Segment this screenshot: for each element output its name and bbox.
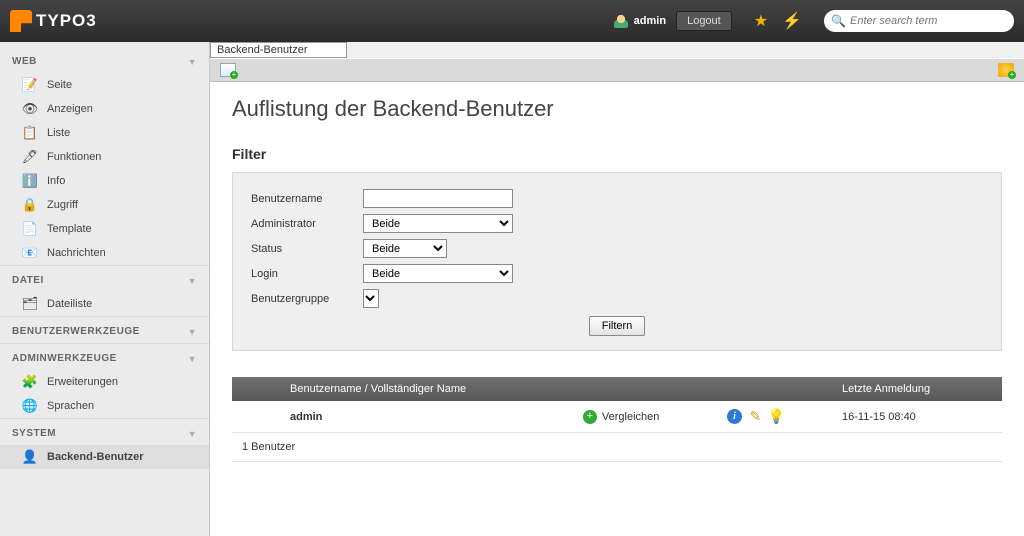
bookmark-icon[interactable]: ★ xyxy=(754,11,768,31)
logo[interactable]: TYPO3 xyxy=(10,10,97,32)
edit-icon[interactable]: ✎ xyxy=(748,409,763,424)
typo3-logo-icon xyxy=(10,10,32,32)
filter-admin-select[interactable]: Beide xyxy=(363,214,513,233)
sidebar-section-header[interactable]: DATEI▼ xyxy=(0,265,209,292)
module-selector-bar: Backend-Benutzer xyxy=(210,42,1024,58)
info-icon[interactable]: i xyxy=(727,409,742,424)
search-box: 🔍 xyxy=(824,10,1014,32)
sidebar-item[interactable]: 🧩 Erweiterungen xyxy=(0,370,209,394)
module-icon: ℹ️ xyxy=(22,173,38,189)
doc-header xyxy=(210,58,1024,82)
row-username[interactable]: admin xyxy=(290,411,322,423)
shortcut-icon[interactable] xyxy=(998,63,1014,77)
module-icon: 👤 xyxy=(22,449,38,465)
filter-status-select[interactable]: Beide xyxy=(363,239,447,258)
sidebar-item-label: Template xyxy=(47,223,92,235)
filter-login-label: Login xyxy=(251,268,363,280)
sidebar-section-header[interactable]: SYSTEM▼ xyxy=(0,418,209,445)
filter-group-label: Benutzergruppe xyxy=(251,293,363,305)
filter-group-select[interactable] xyxy=(363,289,379,308)
filter-username-label: Benutzername xyxy=(251,193,363,205)
logo-text: TYPO3 xyxy=(36,11,97,31)
compare-link[interactable]: + Vergleichen xyxy=(583,410,660,424)
module-icon: 🗂 xyxy=(22,296,38,312)
sidebar-item-label: Seite xyxy=(47,79,72,91)
sidebar-item-label: Funktionen xyxy=(47,151,101,163)
content: Auflistung der Backend-Benutzer Filter B… xyxy=(210,82,1024,476)
chevron-down-icon: ▼ xyxy=(188,276,197,286)
th-username: Benutzername / Vollständiger Name xyxy=(280,377,573,401)
sidebar-item-label: Erweiterungen xyxy=(47,376,118,388)
th-compare xyxy=(573,377,717,401)
sidebar-item[interactable]: 🖊 Funktionen xyxy=(0,145,209,169)
sidebar-section-header[interactable]: BENUTZERWERKZEUGE▼ xyxy=(0,316,209,343)
filter-admin-label: Administrator xyxy=(251,218,363,230)
sidebar-item-label: Sprachen xyxy=(47,400,94,412)
filter-heading: Filter xyxy=(232,146,1002,162)
page-title: Auflistung der Backend-Benutzer xyxy=(232,96,1002,122)
th-lastlogin: Letzte Anmeldung xyxy=(832,377,1002,401)
th-icon xyxy=(232,377,280,401)
chevron-down-icon: ▼ xyxy=(188,327,197,337)
module-sidebar: WEB▼ 📝 Seite 👁 Anzeigen 📋 Liste 🖊 Funktionen ℹ️ In… xyxy=(0,42,210,536)
filter-login-select[interactable]: Beide xyxy=(363,264,513,283)
count-row: 1 Benutzer xyxy=(232,433,1002,462)
main-area: Backend-Benutzer Auflistung der Backend-… xyxy=(210,42,1024,536)
chevron-down-icon: ▼ xyxy=(188,429,197,439)
sidebar-item-label: Zugriff xyxy=(47,199,78,211)
new-record-icon[interactable] xyxy=(220,63,236,77)
module-icon: 👁 xyxy=(22,101,38,117)
row-lastlogin: 16-11-15 08:40 xyxy=(832,401,1002,433)
search-input[interactable] xyxy=(824,10,1014,32)
table-header-row: Benutzername / Vollständiger Name Letzte… xyxy=(232,377,1002,401)
enable-icon[interactable]: 💡 xyxy=(769,409,784,424)
module-icon: 📋 xyxy=(22,125,38,141)
module-icon: 🔒 xyxy=(22,197,38,213)
table-row: admin + Vergleichen i ✎ 💡 xyxy=(232,401,1002,433)
filter-status-label: Status xyxy=(251,243,363,255)
th-actions xyxy=(717,377,832,401)
sidebar-item[interactable]: ℹ️ Info xyxy=(0,169,209,193)
chevron-down-icon: ▼ xyxy=(188,354,197,364)
sidebar-item-label: Dateiliste xyxy=(47,298,92,310)
sidebar-item[interactable]: 📋 Liste xyxy=(0,121,209,145)
filter-submit-button[interactable]: Filtern xyxy=(589,316,646,336)
sidebar-item[interactable]: 📄 Template xyxy=(0,217,209,241)
chevron-down-icon: ▼ xyxy=(188,57,197,67)
sidebar-item[interactable]: 🗂 Dateiliste xyxy=(0,292,209,316)
current-user[interactable]: admin xyxy=(614,14,666,28)
module-icon: 🌐 xyxy=(22,398,38,414)
module-selector[interactable]: Backend-Benutzer xyxy=(210,42,347,58)
sidebar-section-header[interactable]: ADMINWERKZEUGE▼ xyxy=(0,343,209,370)
top-bar: TYPO3 admin Logout ★ ⚡ 🔍 xyxy=(0,0,1024,42)
sidebar-item[interactable]: 🔒 Zugriff xyxy=(0,193,209,217)
sidebar-item-label: Liste xyxy=(47,127,70,139)
user-name: admin xyxy=(634,15,666,27)
sidebar-item[interactable]: 🌐 Sprachen xyxy=(0,394,209,418)
compare-label: Vergleichen xyxy=(602,411,660,423)
user-icon xyxy=(614,14,628,28)
sidebar-item-label: Info xyxy=(47,175,65,187)
sidebar-item[interactable]: 📝 Seite xyxy=(0,73,209,97)
logout-button[interactable]: Logout xyxy=(676,11,732,31)
sidebar-section-header[interactable]: WEB▼ xyxy=(0,42,209,73)
module-icon: 🖊 xyxy=(22,149,38,165)
sidebar-item[interactable]: 👤 Backend-Benutzer xyxy=(0,445,209,469)
filter-form: Benutzername Administrator Beide Status … xyxy=(232,172,1002,351)
search-icon: 🔍 xyxy=(831,14,846,28)
sidebar-item-label: Backend-Benutzer xyxy=(47,451,144,463)
user-table: Benutzername / Vollständiger Name Letzte… xyxy=(232,377,1002,462)
module-icon: 🧩 xyxy=(22,374,38,390)
plus-icon: + xyxy=(583,410,597,424)
user-count: 1 Benutzer xyxy=(232,433,1002,462)
sidebar-item-label: Nachrichten xyxy=(47,247,106,259)
sidebar-item-label: Anzeigen xyxy=(47,103,93,115)
filter-username-input[interactable] xyxy=(363,189,513,208)
module-icon: 📝 xyxy=(22,77,38,93)
module-icon: 📧 xyxy=(22,245,38,261)
sidebar-item[interactable]: 👁 Anzeigen xyxy=(0,97,209,121)
sidebar-item[interactable]: 📧 Nachrichten xyxy=(0,241,209,265)
module-icon: 📄 xyxy=(22,221,38,237)
clear-cache-icon[interactable]: ⚡ xyxy=(782,11,802,31)
